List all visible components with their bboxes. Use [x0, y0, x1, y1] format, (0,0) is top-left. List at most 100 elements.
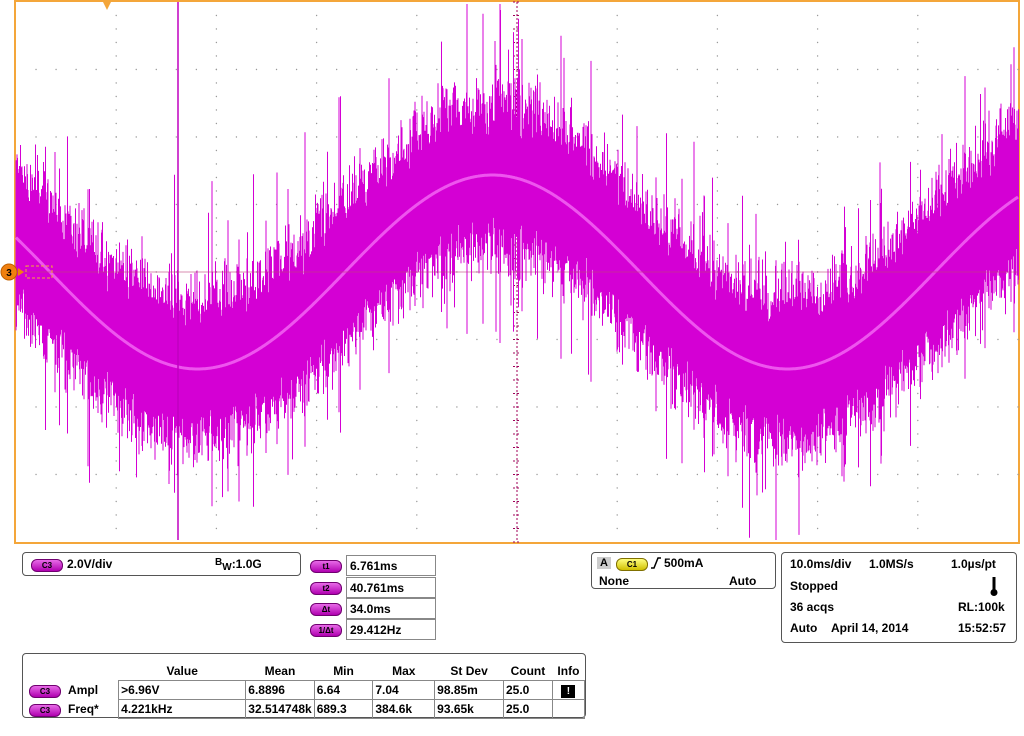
acquisition-panel[interactable]: 10.0ms/div 1.0MS/s 1.0µs/pt Stopped 36 a… — [781, 552, 1017, 643]
trigger-level: 500mA — [664, 556, 704, 570]
grid-dot — [716, 14, 719, 17]
grid-dot — [195, 203, 198, 206]
grid-dot — [836, 203, 839, 206]
grid-dot — [215, 95, 218, 98]
grid-dot — [416, 325, 418, 327]
grid-dot — [917, 514, 919, 516]
trigger-panel[interactable]: A C1 500mA None Auto — [591, 552, 776, 589]
grid-dot — [696, 203, 699, 206]
grid-dot — [115, 109, 117, 111]
cursor-inverse-delta[interactable]: 1/Δt 29.412Hz — [306, 619, 436, 640]
grid-dot — [496, 406, 498, 408]
grid-dot — [215, 122, 218, 125]
grid-dot — [576, 68, 578, 71]
trigger-sweep: Auto — [729, 574, 757, 588]
grid-dot — [636, 406, 638, 408]
grid-dot — [295, 203, 298, 206]
cursor-delta[interactable]: Δt 34.0ms — [306, 598, 436, 619]
record-length: RL:100k — [958, 600, 1005, 614]
cursor-delta-badge[interactable]: Δt — [310, 603, 342, 616]
grid-dot — [75, 473, 77, 476]
ampl-min: 6.64 — [313, 680, 374, 700]
freq-count: 25.0 — [503, 699, 553, 719]
grid-dot — [436, 406, 438, 408]
grid-dot — [696, 136, 699, 138]
grid-dot — [416, 514, 418, 516]
grid-dot — [736, 68, 739, 71]
grid-dot — [776, 68, 779, 71]
grid-dot — [596, 473, 598, 476]
grid-dot — [416, 460, 418, 462]
grid-dot — [917, 352, 919, 354]
grid-dot — [215, 163, 218, 165]
cursor-t2[interactable]: t2 40.761ms — [306, 577, 436, 598]
grid-dot — [716, 244, 719, 246]
grid-dot — [135, 136, 137, 138]
grid-dot — [235, 136, 238, 138]
freq-value: 4.221kHz — [118, 699, 247, 719]
warning-icon[interactable]: ! — [561, 684, 576, 698]
grid-dot — [295, 406, 298, 408]
grid-dot — [115, 419, 117, 422]
cursor-t1-badge[interactable]: t1 — [310, 560, 342, 573]
grid-dot — [716, 163, 719, 165]
grid-dot — [917, 500, 919, 503]
cursor-inverse-badge[interactable]: 1/Δt — [310, 624, 342, 637]
grid-dot — [315, 41, 318, 44]
grid-dot — [115, 163, 117, 165]
grid-dot — [175, 68, 178, 71]
grid-dot — [376, 406, 378, 408]
grid-dot — [416, 527, 418, 530]
grid-dot — [696, 68, 699, 71]
measurement-row-freq[interactable]: C3 Freq* 4.221kHz 32.514748k 689.3 384.6… — [27, 699, 586, 719]
grid-dot — [816, 500, 819, 503]
channel-panel[interactable]: C3 2.0V/div BW:1.0G — [22, 552, 301, 576]
trigger-source-badge[interactable]: C1 — [616, 558, 648, 571]
grid-dot — [255, 473, 258, 476]
measurement-source-badge[interactable]: C3 — [29, 684, 61, 698]
grid-dot — [416, 352, 418, 354]
grid-dot — [997, 406, 999, 408]
cursor-panel[interactable]: t1 6.761ms t2 40.761ms Δt 34.0ms 1/Δt 29… — [306, 552, 441, 643]
grid-dot — [676, 203, 679, 206]
grid-dot — [175, 203, 178, 206]
grid-dot — [776, 203, 779, 206]
grid-dot — [1017, 406, 1019, 408]
measurement-row-ampl[interactable]: C3 Ampl >6.96V 6.8896 6.64 7.04 98.85m 2… — [27, 680, 586, 700]
cursor-t2-badge[interactable]: t2 — [310, 582, 342, 595]
grid-dot — [416, 406, 418, 408]
grid-dot — [335, 406, 338, 408]
measurement-panel[interactable]: Value Mean Min Max St Dev Count Info C3 … — [22, 653, 586, 719]
grid-dot — [115, 136, 117, 138]
grid-dot — [315, 446, 318, 449]
channel-badge[interactable]: C3 — [31, 559, 63, 572]
grid-dot — [917, 446, 919, 449]
grid-dot — [255, 68, 258, 71]
measurement-source-badge[interactable]: C3 — [29, 703, 61, 717]
grid-dot — [315, 527, 318, 530]
grid-dot — [957, 68, 959, 71]
grid-dot — [476, 338, 478, 341]
grid-dot — [215, 109, 218, 111]
cursor-t1[interactable]: t1 6.761ms — [306, 555, 436, 576]
grid-dot — [295, 68, 298, 71]
grid-dot — [776, 136, 779, 138]
grid-dot — [816, 473, 819, 476]
grid-dot — [376, 338, 378, 341]
grid-dot — [115, 149, 117, 152]
header-max: Max — [392, 664, 416, 678]
grid-dot — [275, 473, 278, 476]
grid-dot — [95, 203, 97, 206]
grid-dot — [656, 406, 658, 408]
grid-dot — [315, 82, 318, 84]
waveform-display[interactable]: 3 — [0, 0, 1024, 546]
grid-dot — [215, 230, 218, 233]
grid-dot — [115, 122, 117, 125]
grid-dot — [115, 68, 117, 71]
ampl-info-cell[interactable]: ! — [551, 680, 586, 700]
measurement-name: Ampl — [68, 683, 99, 697]
measurement-table: Value Mean Min Max St Dev Count Info C3 … — [27, 662, 586, 719]
grid-dot — [35, 406, 37, 408]
grid-dot — [816, 14, 819, 17]
grid-dot — [877, 68, 879, 71]
